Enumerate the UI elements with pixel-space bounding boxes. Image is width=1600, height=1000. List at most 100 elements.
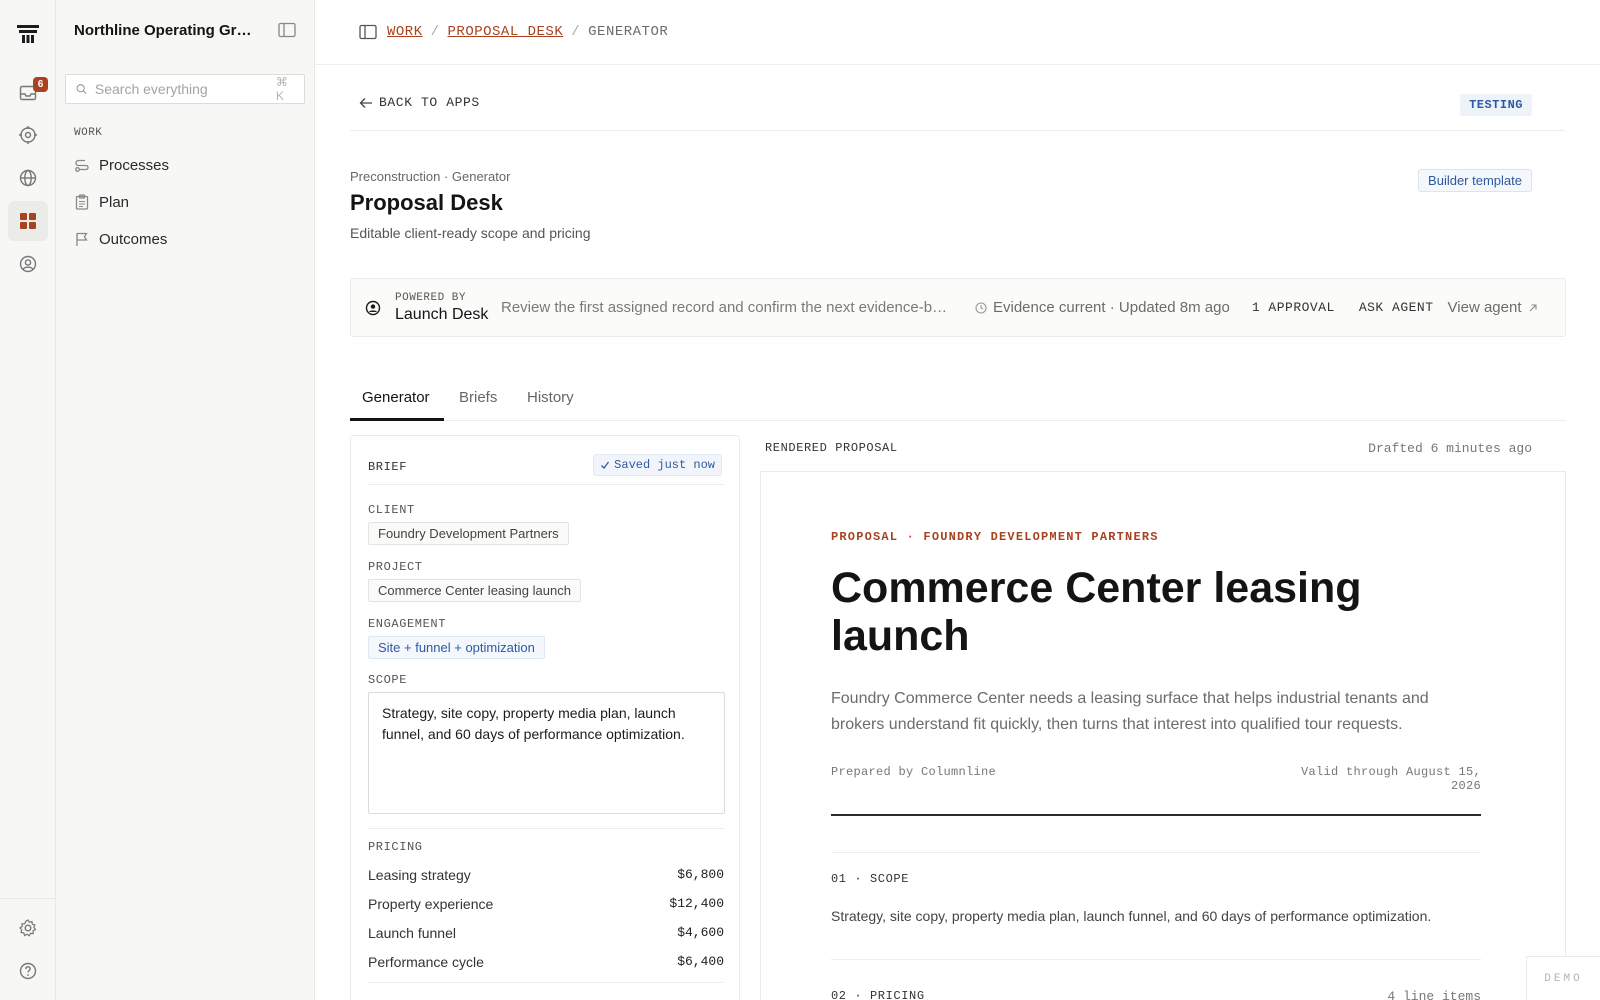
project-label: PROJECT — [368, 560, 423, 574]
proposal-document: PROPOSAL · FOUNDRY DEVELOPMENT PARTNERS … — [760, 471, 1566, 1000]
breadcrumb-work[interactable]: WORK — [387, 24, 423, 40]
inbox-badge: 6 — [33, 77, 48, 92]
builder-template-chip[interactable]: Builder template — [1418, 169, 1532, 192]
section-scope-text: Strategy, site copy, property media plan… — [831, 908, 1432, 924]
sidebar-item-label: Plan — [99, 193, 130, 211]
route-icon — [75, 159, 89, 172]
price-row: Leasing strategy $6,800 — [368, 867, 724, 883]
tab-bar: Generator Briefs History — [350, 380, 1566, 421]
top-bar: WORK / PROPOSAL_DESK / GENERATOR — [315, 0, 1600, 65]
view-agent-label: View agent — [1447, 299, 1522, 316]
agent-bar: POWERED BY Launch Desk Review the first … — [350, 278, 1566, 337]
price-label: Performance cycle — [368, 954, 484, 970]
breadcrumb-proposal-desk[interactable]: PROPOSAL_DESK — [448, 24, 564, 40]
help-icon — [19, 962, 37, 980]
page-subtitle: Editable client-ready scope and pricing — [350, 225, 591, 241]
section-divider — [831, 852, 1481, 853]
section-divider — [831, 959, 1481, 960]
tab-briefs[interactable]: Briefs — [459, 389, 497, 406]
price-label: Leasing strategy — [368, 867, 471, 883]
powered-by: POWERED BY Launch Desk — [395, 292, 493, 324]
price-label: Launch funnel — [368, 925, 456, 941]
active-tab-indicator — [350, 418, 444, 421]
sidebar-collapse-button[interactable] — [278, 22, 298, 42]
clipboard-icon — [75, 194, 89, 210]
approval-button[interactable]: 1 APPROVAL — [1252, 300, 1335, 315]
back-to-apps-link[interactable]: BACK TO APPS — [359, 95, 480, 110]
sidebar: Northline Operating Gro... ⌘ K WORK Proc… — [56, 0, 315, 1000]
gear-icon — [19, 919, 37, 937]
app-logo[interactable] — [8, 14, 48, 54]
ask-agent-button[interactable]: ASK AGENT — [1359, 300, 1434, 315]
search-input[interactable] — [94, 81, 276, 97]
prepared-by: Prepared by Columnline — [831, 765, 997, 779]
engagement-label: ENGAGEMENT — [368, 617, 447, 631]
client-field[interactable]: Foundry Development Partners — [368, 522, 569, 545]
project-field[interactable]: Commerce Center leasing launch — [368, 579, 581, 602]
search-shortcut: ⌘ K — [275, 75, 288, 103]
client-label: CLIENT — [368, 503, 415, 517]
sidebar-item-processes[interactable]: Processes — [66, 148, 306, 182]
rail-target-button[interactable] — [8, 115, 48, 155]
sidebar-item-plan[interactable]: Plan — [66, 185, 306, 219]
external-link-icon — [1529, 303, 1537, 311]
tab-generator[interactable]: Generator — [362, 389, 430, 406]
demo-badge: DEMO — [1526, 956, 1600, 1000]
valid-through: Valid through August 15, 2026 — [1300, 765, 1481, 793]
breadcrumb-separator: / — [430, 24, 440, 40]
globe-icon — [19, 169, 37, 187]
panel-toggle-icon[interactable] — [359, 24, 377, 40]
rail-globe-button[interactable] — [8, 158, 48, 198]
proposal-eyebrow: PROPOSAL · FOUNDRY DEVELOPMENT PARTNERS — [831, 530, 1159, 544]
breadcrumb-separator: / — [571, 24, 581, 40]
scope-label: SCOPE — [368, 673, 408, 687]
agent-message: Review the first assigned record and con… — [501, 299, 953, 316]
price-value: $6,800 — [677, 867, 724, 882]
rail-divider — [0, 898, 55, 899]
scope-textarea[interactable]: Strategy, site copy, property media plan… — [368, 692, 725, 814]
price-value: $12,400 — [669, 896, 724, 911]
evidence-status: Evidence current · Updated 8m ago — [975, 299, 1230, 316]
rail-help-button[interactable] — [8, 951, 48, 991]
sidebar-toggle-icon — [278, 22, 296, 38]
brief-divider — [368, 828, 724, 829]
rail-profile-button[interactable] — [8, 244, 48, 284]
price-value: $4,600 — [677, 925, 724, 940]
price-row: Launch funnel $4,600 — [368, 925, 724, 941]
section-scope-label: 01 · SCOPE — [831, 872, 910, 886]
proposal-title: Commerce Center leasing launch — [831, 564, 1362, 660]
powered-by-label: POWERED BY — [395, 291, 467, 304]
sidebar-item-outcomes[interactable]: Outcomes — [66, 222, 306, 256]
tab-history[interactable]: History — [527, 389, 574, 406]
rail-apps-button[interactable] — [8, 201, 48, 241]
total-divider — [368, 982, 724, 983]
rail-inbox-button[interactable]: 6 — [8, 73, 48, 113]
proposal-summary: Foundry Commerce Center needs a leasing … — [831, 690, 1429, 733]
search-box[interactable]: ⌘ K — [65, 74, 305, 104]
main-content: WORK / PROPOSAL_DESK / GENERATOR BACK TO… — [315, 0, 1600, 1000]
agent-avatar-icon — [365, 300, 381, 315]
clock-icon — [975, 301, 987, 314]
saved-text: Saved just now — [614, 458, 715, 472]
brief-divider — [368, 484, 724, 485]
section-pricing-label: 02 · PRICING — [831, 989, 925, 1000]
rail-settings-button[interactable] — [8, 908, 48, 948]
view-agent-link[interactable]: View agent — [1448, 299, 1538, 316]
status-badge: TESTING — [1460, 94, 1532, 116]
rendered-proposal-heading: RENDERED PROPOSAL — [765, 441, 898, 455]
agent-name: Launch Desk — [395, 305, 489, 323]
search-icon — [76, 84, 87, 95]
org-name[interactable]: Northline Operating Gro... — [74, 22, 256, 39]
brief-panel: BRIEF Saved just now CLIENT Foundry Deve… — [350, 435, 740, 1000]
evidence-text: Evidence current · Updated 8m ago — [993, 299, 1230, 316]
apps-grid-icon — [20, 213, 36, 229]
proposal-divider — [831, 814, 1481, 816]
engagement-field[interactable]: Site + funnel + optimization — [368, 636, 545, 659]
page-title: Proposal Desk — [350, 190, 503, 215]
price-row: Property experience $12,400 — [368, 896, 724, 912]
saved-status: Saved just now — [593, 454, 722, 476]
drafted-timestamp: Drafted 6 minutes ago — [1368, 441, 1532, 456]
sidebar-item-label: Outcomes — [99, 230, 168, 248]
pricing-label: PRICING — [368, 840, 423, 854]
brief-heading: BRIEF — [368, 460, 408, 474]
